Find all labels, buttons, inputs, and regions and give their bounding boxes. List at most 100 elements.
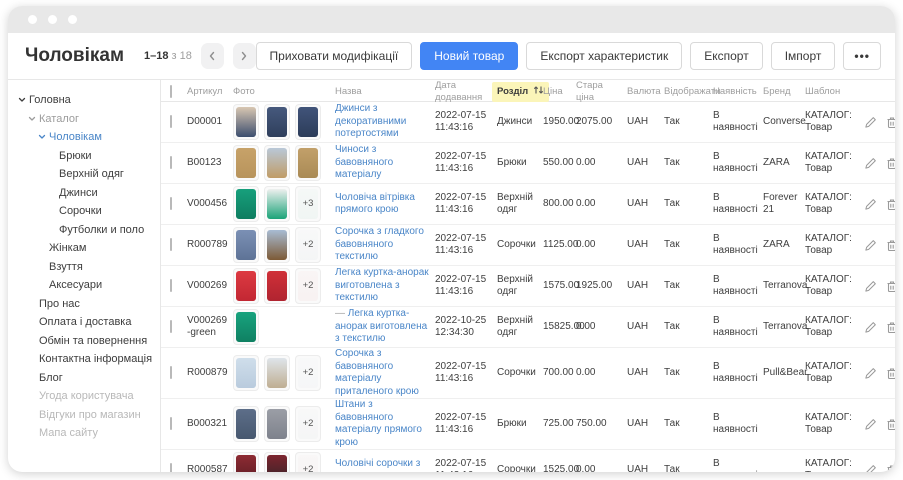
product-photo[interactable] [264,268,290,304]
product-link[interactable]: Чиноси з бавовняного матеріалу [335,144,393,180]
product-photo[interactable] [233,452,259,472]
delete-icon[interactable] [886,367,895,380]
column-header-currency[interactable]: Валюта [627,86,664,98]
edit-icon[interactable] [864,418,877,431]
delete-icon[interactable] [886,116,895,129]
product-photo[interactable]: +2 [295,227,321,263]
sidebar-item[interactable]: Брюки [8,147,160,166]
next-page-button[interactable] [233,43,256,69]
column-header-brand[interactable]: Бренд [763,86,805,98]
edit-icon[interactable] [864,239,877,252]
product-photo[interactable] [264,406,290,442]
sidebar-item[interactable]: Каталог [8,110,160,129]
select-all-checkbox[interactable] [170,85,172,98]
sidebar-item[interactable]: Мапа сайту [8,424,160,443]
new-product-button[interactable]: Новий товар [420,42,518,70]
prev-page-button[interactable] [201,43,224,69]
product-photo[interactable] [264,104,290,140]
column-header-display[interactable]: Відображати [664,86,713,98]
edit-icon[interactable] [864,321,877,334]
sidebar-item[interactable]: Футболки и поло [8,221,160,240]
delete-icon[interactable] [886,157,895,170]
product-link[interactable]: Сорочка з гладкого бавовняного текстилю [335,226,424,262]
delete-icon[interactable] [886,418,895,431]
product-photo[interactable] [233,104,259,140]
sidebar-item[interactable]: Відгуки про магазин [8,406,160,425]
product-photo[interactable] [233,309,259,345]
product-photo[interactable] [264,145,290,181]
product-photo[interactable]: +2 [295,406,321,442]
product-photo[interactable] [233,355,259,391]
edit-icon[interactable] [864,116,877,129]
sidebar-item[interactable]: Джинси [8,184,160,203]
delete-icon[interactable] [886,464,895,473]
sidebar-item[interactable]: Блог [8,369,160,388]
product-photo[interactable] [264,186,290,222]
product-photo[interactable] [233,406,259,442]
edit-icon[interactable] [864,367,877,380]
product-photo[interactable] [295,145,321,181]
export-button[interactable]: Експорт [690,42,762,70]
product-photo[interactable] [264,355,290,391]
column-header-date[interactable]: Дата додавання [435,80,497,104]
edit-icon[interactable] [864,464,877,473]
sorted-column-pill[interactable]: Розділ [492,82,549,102]
product-photo[interactable] [233,145,259,181]
column-header-old-price[interactable]: Стара ціна [576,80,627,104]
sidebar-item[interactable]: Головна [8,91,160,110]
product-link[interactable]: Легка куртка-анорак виготовлена з тексти… [335,308,427,344]
column-header-section[interactable]: Розділ [497,82,543,102]
product-photo[interactable] [233,268,259,304]
product-photo[interactable] [295,104,321,140]
sidebar-item[interactable]: Обмін та повернення [8,332,160,351]
sidebar-item[interactable]: Контактна інформація [8,350,160,369]
delete-icon[interactable] [886,198,895,211]
product-link[interactable]: Чоловіча вітрівка прямого крою [335,192,415,216]
import-button[interactable]: Імпорт [771,42,836,70]
product-photo[interactable] [264,452,290,472]
sidebar-item[interactable]: Сорочки [8,202,160,221]
product-photo[interactable] [264,227,290,263]
product-photo[interactable]: +2 [295,355,321,391]
row-checkbox[interactable] [170,320,172,333]
delete-icon[interactable] [886,280,895,293]
row-checkbox[interactable] [170,279,172,292]
product-link[interactable]: Джинси з декоративними потертостями [335,103,406,139]
product-link[interactable]: Штани з бавовняного матеріалу прямого кр… [335,399,422,448]
column-header-template[interactable]: Шаблон [805,86,864,98]
product-photo[interactable] [233,227,259,263]
sidebar-item[interactable]: Чоловікам [8,128,160,147]
row-checkbox[interactable] [170,463,172,472]
row-checkbox[interactable] [170,366,172,379]
product-link[interactable]: Легка куртка-анорак виготовлена з тексти… [335,267,429,303]
column-header-photo[interactable]: Фото [233,86,335,98]
product-photo[interactable] [233,186,259,222]
column-header-availability[interactable]: Наявність [713,86,763,98]
delete-icon[interactable] [886,321,895,334]
row-checkbox[interactable] [170,156,172,169]
sidebar-item[interactable]: Про нас [8,295,160,314]
edit-icon[interactable] [864,198,877,211]
sidebar-item[interactable]: Угода користувача [8,387,160,406]
column-header-name[interactable]: Назва [335,86,435,98]
sidebar-item[interactable]: Жінкам [8,239,160,258]
sidebar-item[interactable]: Верхній одяг [8,165,160,184]
sidebar-item[interactable]: Аксесуари [8,276,160,295]
sidebar-item[interactable]: Взуття [8,258,160,277]
product-photo[interactable]: +2 [295,452,321,472]
product-photo[interactable]: +2 [295,268,321,304]
product-link[interactable]: Сорочка з бавовняного матеріалу притален… [335,348,419,397]
row-checkbox[interactable] [170,417,172,430]
column-header-article[interactable]: Артикул [187,86,233,98]
edit-icon[interactable] [864,280,877,293]
product-photo[interactable]: +3 [295,186,321,222]
sidebar-item[interactable]: Оплата і доставка [8,313,160,332]
more-actions-button[interactable]: ••• [843,42,881,70]
hide-modifications-button[interactable]: Приховати модифікації [256,42,413,70]
column-header-price[interactable]: Ціна [543,86,576,98]
edit-icon[interactable] [864,157,877,170]
row-checkbox[interactable] [170,115,172,128]
export-characteristics-button[interactable]: Експорт характеристик [526,42,682,70]
product-link[interactable]: Чоловічі сорочки з легкого текстилю [335,458,420,473]
row-checkbox[interactable] [170,197,172,210]
